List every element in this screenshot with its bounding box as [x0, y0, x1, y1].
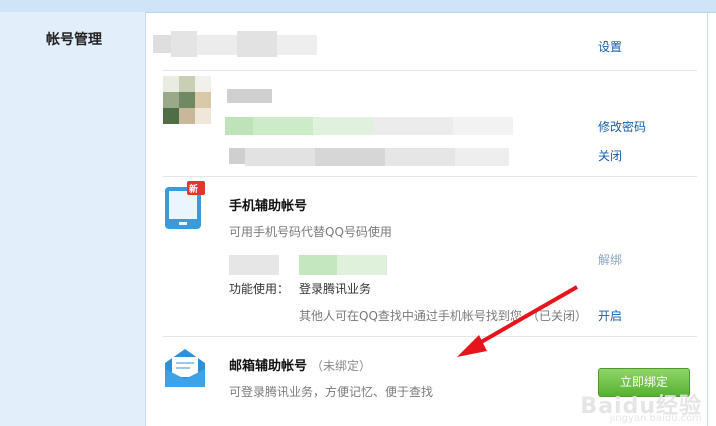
phone-account-desc: 可用手机号码代替QQ号码使用 [229, 225, 392, 239]
divider [163, 70, 697, 71]
info-redacted [225, 117, 515, 135]
function-label: 功能使用： [229, 282, 290, 296]
main-panel: 设置 修改密码 关闭 新 手机辅助帐号 可用手机号码代替QQ号码使用 解绑 功能… [147, 13, 702, 426]
email-bind-status: （未绑定） [311, 359, 372, 373]
divider [163, 176, 697, 177]
email-account-title: 邮箱辅助帐号 （未绑定） [229, 355, 371, 374]
close-link[interactable]: 关闭 [598, 147, 622, 164]
change-password-link[interactable]: 修改密码 [598, 118, 646, 135]
phone-number-redacted [229, 255, 409, 275]
nickname-redacted [227, 89, 272, 103]
red-arrow-annotation [457, 285, 578, 357]
email-account-title-text: 邮箱辅助帐号 [229, 359, 308, 374]
account-info-redacted [153, 31, 318, 59]
new-badge: 新 [189, 185, 199, 195]
phone-account-title: 手机辅助帐号 [229, 199, 308, 214]
divider [163, 336, 697, 337]
envelope-icon [163, 347, 207, 391]
unbind-link[interactable]: 解绑 [598, 251, 622, 268]
detail-redacted [229, 148, 509, 166]
watermark-url: jingyan.baidu.com [609, 413, 702, 424]
sidebar-title: 帐号管理 [46, 32, 102, 48]
settings-link[interactable]: 设置 [598, 38, 622, 55]
right-border [707, 12, 708, 426]
phone-icon [163, 181, 207, 231]
sidebar: 帐号管理 [0, 12, 146, 426]
function-value: 登录腾讯业务 [299, 282, 372, 296]
enable-link[interactable]: 开启 [598, 307, 622, 324]
email-account-desc: 可登录腾讯业务，方便记忆、便于查找 [229, 385, 434, 399]
avatar [163, 76, 211, 124]
